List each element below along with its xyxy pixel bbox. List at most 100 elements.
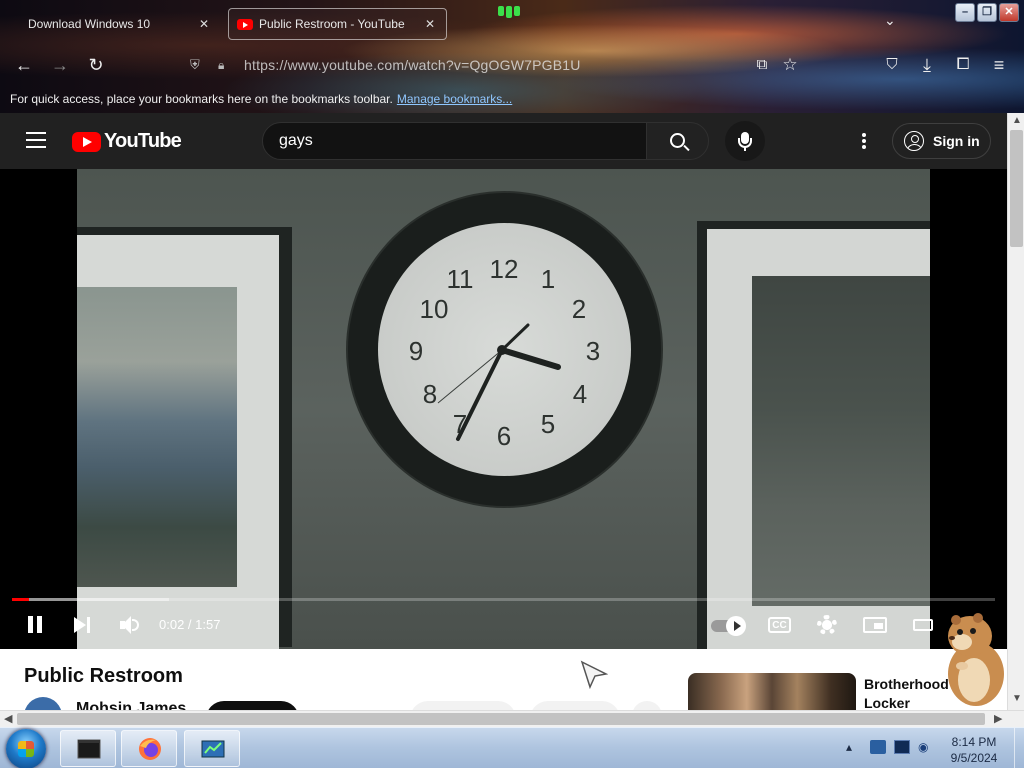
video-player[interactable]: 12 1 2 3 4 5 6 7 8 9 10 11 0:02 / 1:57 C… xyxy=(0,169,1007,649)
youtube-play-icon xyxy=(72,131,101,152)
tab-download-windows-10[interactable]: Download Windows 10 ✕ xyxy=(20,8,220,40)
svg-text:3: 3 xyxy=(586,336,600,366)
network-icon[interactable] xyxy=(870,740,886,754)
clock-time: 8:14 PM xyxy=(951,735,997,749)
sign-in-button[interactable]: Sign in xyxy=(892,123,991,159)
miniplayer-icon[interactable] xyxy=(862,613,888,637)
url-text[interactable]: https://www.youtube.com/watch?v=QgOGW7PG… xyxy=(244,57,581,73)
browser-chrome: Download Windows 10 ✕ Public Restroom - … xyxy=(0,0,1024,113)
manage-bookmarks-link[interactable]: Manage bookmarks... xyxy=(397,92,512,106)
search-button[interactable] xyxy=(646,122,709,160)
show-hidden-icons-icon[interactable]: ▴ xyxy=(846,740,862,754)
captions-label: CC xyxy=(768,617,791,633)
more-actions-button[interactable] xyxy=(632,701,662,710)
address-bar[interactable]: ⛨ 🔒︎ https://www.youtube.com/watch?v=QgO… xyxy=(186,52,806,78)
scroll-up-icon[interactable]: ▲ xyxy=(1012,115,1022,126)
volume-tray-icon[interactable]: ◉ xyxy=(918,740,934,754)
tab-close-icon[interactable]: ✕ xyxy=(196,17,212,31)
lock-icon[interactable]: 🔒︎ xyxy=(218,58,234,73)
youtube-logo[interactable]: YouTube xyxy=(72,130,182,153)
svg-text:9: 9 xyxy=(409,336,423,366)
guide-menu-icon[interactable] xyxy=(26,132,46,148)
picture-in-picture-icon[interactable]: ⧉ xyxy=(751,54,773,76)
display-icon[interactable] xyxy=(894,740,910,754)
scroll-left-icon[interactable]: ◀ xyxy=(4,712,12,725)
settings-kebab-icon[interactable] xyxy=(862,133,866,149)
video-frame[interactable]: 12 1 2 3 4 5 6 7 8 9 10 11 xyxy=(77,169,930,649)
pocket-icon[interactable]: ⛉ xyxy=(881,54,903,76)
svg-text:8: 8 xyxy=(423,379,437,409)
channel-avatar[interactable] xyxy=(24,697,62,710)
svg-text:4: 4 xyxy=(573,379,587,409)
scroll-down-icon[interactable]: ▼ xyxy=(1012,693,1022,704)
horizontal-scroll-thumb[interactable] xyxy=(17,713,985,725)
recommended-video-thumbnail[interactable] xyxy=(688,673,856,710)
picture-frame-left xyxy=(77,227,292,649)
scroll-right-icon[interactable]: ▶ xyxy=(994,712,1002,725)
vertical-scrollbar[interactable]: ▲ ▼ xyxy=(1007,113,1024,710)
forward-arrow-icon[interactable]: → xyxy=(49,54,71,76)
wall-clock: 12 1 2 3 4 5 6 7 8 9 10 11 xyxy=(348,193,661,506)
extensions-icon[interactable]: ⧠ xyxy=(952,54,974,76)
windows-taskbar: ▴ ◉ 8:14 PM 9/5/2024 xyxy=(0,727,1024,768)
taskbar-app-monitor[interactable] xyxy=(184,730,240,767)
restore-button[interactable]: ❐ xyxy=(977,3,997,22)
like-button[interactable] xyxy=(410,701,516,710)
system-tray: ▴ ◉ xyxy=(846,740,934,754)
subscribe-button[interactable] xyxy=(206,701,299,710)
bookmarks-message-text: For quick access, place your bookmarks h… xyxy=(10,92,393,106)
youtube-page: YouTube gays Sign in 12 1 2 3 4 5 6 7 8 … xyxy=(0,113,1007,710)
taskbar-clock[interactable]: 8:14 PM 9/5/2024 xyxy=(940,734,1008,766)
time-display: 0:02 / 1:57 xyxy=(159,617,221,632)
bookmark-star-icon[interactable]: ☆ xyxy=(779,54,801,76)
video-info-section: Public Restroom Mohsin James Brotherhood… xyxy=(0,649,1007,710)
downloads-icon[interactable]: ⤓ xyxy=(916,54,938,76)
channel-name[interactable]: Mohsin James xyxy=(76,700,186,710)
back-arrow-icon[interactable]: ← xyxy=(13,54,35,76)
theme-alien-icon xyxy=(498,6,526,18)
svg-text:6: 6 xyxy=(497,421,511,451)
played-bar xyxy=(12,598,29,601)
youtube-favicon-icon xyxy=(237,18,253,30)
show-desktop-button[interactable] xyxy=(1014,728,1024,768)
svg-text:2: 2 xyxy=(572,294,586,324)
close-window-button[interactable]: ✕ xyxy=(999,3,1019,22)
youtube-header: YouTube gays Sign in xyxy=(0,113,1007,169)
start-button[interactable] xyxy=(6,729,46,768)
buffer-bar xyxy=(12,598,170,601)
volume-icon[interactable] xyxy=(118,613,142,637)
theater-mode-icon[interactable] xyxy=(912,613,934,637)
taskbar-app-terminal[interactable] xyxy=(60,730,116,767)
share-button[interactable] xyxy=(530,701,620,710)
pause-icon[interactable] xyxy=(26,613,44,637)
minimize-button[interactable]: – xyxy=(955,3,975,22)
clock-face-numerals: 12 1 2 3 4 5 6 7 8 9 10 11 xyxy=(409,254,600,451)
taskbar-app-firefox[interactable] xyxy=(121,730,177,767)
tab-public-restroom[interactable]: Public Restroom - YouTube ✕ xyxy=(228,8,447,40)
horizontal-scrollbar[interactable]: ◀ ▶ xyxy=(0,710,1024,727)
clock-date: 9/5/2024 xyxy=(950,751,998,765)
search-input[interactable]: gays xyxy=(262,122,647,160)
list-all-tabs-chevron-icon[interactable]: ⌄ xyxy=(884,12,896,29)
reload-icon[interactable]: ↻ xyxy=(85,54,107,76)
terminal-window-icon xyxy=(77,739,101,759)
sign-in-label: Sign in xyxy=(933,133,980,149)
picture-frame-right xyxy=(697,221,930,649)
tab-close-icon[interactable]: ✕ xyxy=(422,17,438,31)
svg-text:10: 10 xyxy=(420,294,449,324)
user-icon xyxy=(904,131,924,151)
captions-icon[interactable]: CC xyxy=(768,613,791,637)
progress-bar[interactable] xyxy=(12,598,995,601)
desktop-pet-hamster[interactable] xyxy=(940,606,1008,710)
next-video-icon[interactable] xyxy=(72,613,92,637)
vertical-scroll-thumb[interactable] xyxy=(1010,130,1023,247)
search-icon xyxy=(670,133,685,148)
tracking-shield-icon[interactable]: ⛨ xyxy=(190,57,206,73)
app-menu-icon[interactable]: ≡ xyxy=(988,54,1010,76)
voice-search-button[interactable] xyxy=(725,121,765,161)
svg-text:1: 1 xyxy=(541,264,555,294)
autoplay-toggle[interactable] xyxy=(711,613,746,637)
svg-text:11: 11 xyxy=(447,264,474,294)
tab-title: Download Windows 10 xyxy=(28,17,151,31)
settings-gear-icon[interactable] xyxy=(816,613,838,637)
